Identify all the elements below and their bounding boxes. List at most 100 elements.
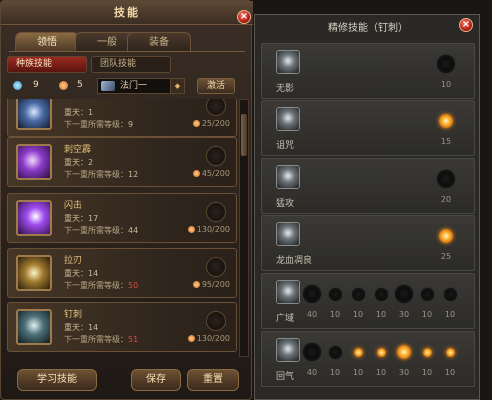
refine-skill-icon[interactable] — [276, 50, 300, 74]
refine-skill-name: 诅咒 — [276, 141, 295, 151]
requirement-label: 下一重所需等级： — [64, 120, 128, 129]
subtab-team-skills[interactable]: 团队技能 — [91, 56, 171, 73]
star-value: 20 — [440, 195, 452, 204]
save-button[interactable]: 保存 — [131, 369, 181, 391]
skill-row[interactable]: 拉刃重天：14 下一重所需等级：50 95/200 — [7, 248, 237, 298]
skill-slot[interactable] — [206, 202, 226, 222]
refine-window-title: 精修技能（钉刺） — [328, 23, 408, 34]
refine-skill-name: 龙血凋良 — [276, 256, 313, 266]
skill-slot[interactable] — [206, 146, 226, 166]
refine-skill-icon[interactable] — [276, 107, 300, 131]
skill-icon[interactable] — [16, 144, 52, 180]
refine-skill-icon[interactable] — [276, 165, 300, 189]
skill-next-level-requirement: 下一重所需等级：12 — [64, 169, 138, 180]
refine-row: 龙血凋良 25 — [261, 215, 475, 271]
skill-icon[interactable] — [16, 309, 52, 345]
skill-icon[interactable] — [16, 99, 52, 130]
lit-star-icon[interactable] — [397, 345, 411, 359]
refine-skill-icon[interactable] — [276, 222, 300, 246]
skill-slot[interactable] — [206, 99, 226, 116]
star-value: 10 — [375, 368, 387, 377]
orange-points-value: 5 — [77, 80, 83, 90]
star-value: 10 — [444, 368, 456, 377]
star-value: 10 — [329, 368, 341, 377]
star-value: 40 — [306, 368, 318, 377]
skill-row[interactable]: 闪击 重天：17 下一重所需等级：44 130/200 — [7, 193, 237, 243]
unlit-star-icon[interactable] — [353, 289, 363, 299]
scroll-thumb[interactable] — [241, 114, 247, 156]
close-icon[interactable]: × — [237, 10, 251, 24]
refine-skill-name: 回气 — [276, 372, 295, 382]
lit-star-icon[interactable] — [353, 347, 363, 357]
tab-equipment[interactable]: 装备 — [127, 32, 191, 52]
school-select-value: 法门一 — [120, 81, 148, 91]
refine-skill-name: 广域 — [276, 314, 295, 324]
star-value: 10 — [444, 310, 456, 319]
lit-star-icon[interactable] — [422, 347, 432, 357]
lit-star-icon[interactable] — [439, 114, 453, 128]
skill-slot[interactable] — [206, 257, 226, 277]
skill-row[interactable]: 刺空霹重天：2 下一重所需等级：12 45/200 — [7, 137, 237, 187]
subtab-race-skills[interactable]: 种族技能 — [7, 56, 87, 73]
requirement-label: 下一重所需等级： — [64, 335, 128, 344]
skill-level: 重天：2 — [64, 158, 94, 167]
skill-name: 闪击 — [64, 201, 83, 211]
reset-button[interactable]: 重置 — [187, 369, 239, 391]
skill-name: 刺空霹 — [64, 145, 92, 155]
star-value: 10 — [352, 310, 364, 319]
skill-icon[interactable] — [16, 200, 52, 236]
skill-icon[interactable] — [16, 255, 52, 291]
skill-name: 钉刺 — [64, 310, 83, 320]
refine-skill-icon[interactable] — [276, 280, 300, 304]
skill-cost: 45/200 — [193, 169, 230, 178]
unlit-star-icon[interactable] — [330, 289, 340, 299]
tabs-divider — [9, 51, 245, 52]
unlit-star-icon[interactable] — [376, 289, 386, 299]
lit-star-icon[interactable] — [439, 229, 453, 243]
close-icon[interactable]: × — [459, 18, 473, 32]
school-icon — [101, 81, 115, 91]
learn-skill-button[interactable]: 学习技能 — [17, 369, 97, 391]
refine-row: 回气 40 10 10 10 30 10 10 — [261, 331, 475, 387]
lit-star-icon[interactable] — [376, 347, 386, 357]
skill-row[interactable]: 钉刺 重天：14 下一重所需等级：51 130/200 — [7, 302, 237, 352]
skill-slot[interactable] — [206, 311, 226, 331]
refine-skill-icon[interactable] — [276, 338, 300, 362]
star-value: 10 — [352, 368, 364, 377]
skill-cost: 95/200 — [193, 280, 230, 289]
skill-window: 技能 领悟 一般 装备 种族技能 团队技能 9 5 法门一 ◆ 激活 重天：1 下… — [0, 0, 253, 400]
skill-name: 拉刃 — [64, 256, 83, 266]
refine-skill-window: 精修技能（钉刺） 无影 10 诅咒 15 猛攻 20 龙血凋良 25 广域 40 10 10 10 30 1… — [254, 14, 480, 400]
refine-row: 广域 40 10 10 10 30 10 10 — [261, 273, 475, 329]
skill-cost: 130/200 — [188, 225, 230, 234]
skill-list-scrollbar[interactable] — [239, 99, 249, 357]
skill-cost: 25/200 — [193, 119, 230, 128]
unlit-star-icon[interactable] — [305, 287, 319, 301]
refine-skill-name: 猛攻 — [276, 199, 295, 209]
skill-row[interactable]: 重天：1 下一重所需等级：9 25/200 — [7, 99, 237, 137]
unlit-star-icon[interactable] — [330, 347, 340, 357]
skill-next-level-requirement: 下一重所需等级：50 — [64, 280, 138, 291]
unlit-star-icon[interactable] — [422, 289, 432, 299]
tab-comprehend[interactable]: 领悟 — [15, 32, 79, 52]
lit-star-icon[interactable] — [445, 347, 455, 357]
unlit-star-icon[interactable] — [397, 287, 411, 301]
dropdown-arrow-icon[interactable]: ◆ — [170, 79, 184, 93]
star-value: 15 — [440, 137, 452, 146]
orange-point-icon — [59, 81, 68, 90]
refine-row: 猛攻 20 — [261, 158, 475, 214]
skill-level: 重天：14 — [64, 269, 99, 278]
activate-button[interactable]: 激活 — [197, 78, 235, 94]
school-select[interactable]: 法门一 ◆ — [97, 78, 185, 94]
unlit-star-icon[interactable] — [439, 172, 453, 186]
requirement-label: 下一重所需等级： — [64, 170, 128, 179]
star-value: 30 — [398, 310, 410, 319]
unlit-star-icon[interactable] — [439, 57, 453, 71]
star-value: 10 — [421, 310, 433, 319]
unlit-star-icon[interactable] — [305, 345, 319, 359]
skill-next-level-requirement: 下一重所需等级：51 — [64, 334, 138, 345]
skill-next-level-requirement: 下一重所需等级：44 — [64, 225, 138, 236]
refine-row: 诅咒 15 — [261, 100, 475, 156]
star-value: 10 — [421, 368, 433, 377]
unlit-star-icon[interactable] — [445, 289, 455, 299]
